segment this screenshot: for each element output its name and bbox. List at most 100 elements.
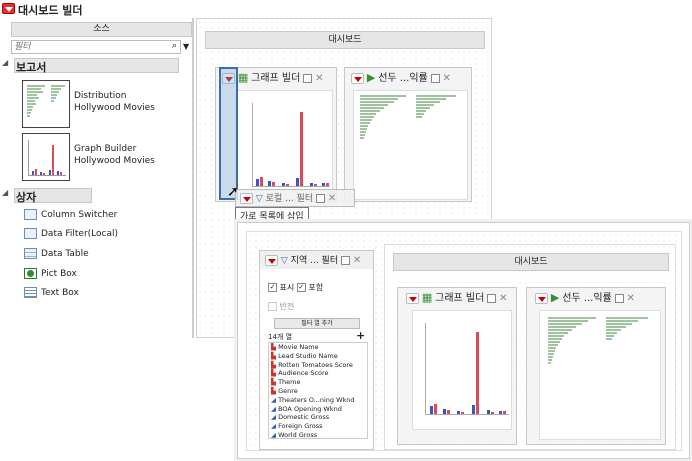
- source-header: 소스: [11, 22, 192, 37]
- preview-dashboard-header: 대시보드: [393, 253, 669, 271]
- distribution-plot: [353, 90, 468, 200]
- column-list-item[interactable]: ▙ Audience Score: [271, 369, 367, 378]
- distribution-thumbnail: [22, 80, 70, 128]
- panel-menu-icon[interactable]: [240, 193, 253, 204]
- boxes-section-header[interactable]: ◢ 상자: [2, 188, 92, 204]
- column-list[interactable]: ▙ Movie Name ▙ Lead Studio Name ▙ Rotten…: [268, 342, 368, 439]
- filter-menu-icon[interactable]: [265, 255, 278, 266]
- continuous-column-icon: ◢: [271, 395, 276, 404]
- nominal-column-icon: ▙: [271, 378, 276, 387]
- column-list-item[interactable]: ◢ World Gross: [271, 430, 367, 439]
- add-column-plus-icon[interactable]: +: [356, 329, 365, 342]
- title-bar: 대시보드 빌더: [0, 0, 490, 17]
- continuous-column-icon: ◢: [271, 413, 276, 422]
- panel-menu-icon[interactable]: [406, 293, 419, 304]
- filter-funnel-icon: ▽: [255, 194, 263, 204]
- data-table-icon: [24, 248, 37, 259]
- report-name-line2: Hollywood Movies: [74, 156, 155, 166]
- maximize-icon[interactable]: [430, 74, 440, 83]
- preview-window: ▽ 지역 ... 필터 ✕ ✓ 표시 ✓ 포함 반전 필터 열 추가 14개 열…: [237, 222, 690, 459]
- local-filter-panel[interactable]: ▽ 지역 ... 필터 ✕ ✓ 표시 ✓ 포함 반전 필터 열 추가 14개 열…: [259, 250, 374, 450]
- filter-funnel-icon: ▽: [280, 256, 288, 266]
- box-item-data-filter[interactable]: Data Filter(Local): [24, 228, 118, 241]
- close-icon[interactable]: ✕: [442, 73, 450, 84]
- column-list-item[interactable]: ▙ Genre: [271, 387, 367, 396]
- preview-graph-panel[interactable]: ▦ 그래프 빌더 ✕: [397, 287, 517, 445]
- column-list-item[interactable]: ◢ BOA Opening Wknd: [271, 405, 367, 414]
- close-icon[interactable]: ✕: [328, 193, 336, 204]
- column-switcher-icon: [24, 209, 37, 220]
- column-list-item[interactable]: ◢ Domestic Gross: [271, 413, 367, 422]
- box-item-pict-box[interactable]: Pict Box: [24, 268, 77, 281]
- report-name-line1: Graph Builder: [74, 144, 137, 154]
- invert-checkbox[interactable]: [268, 302, 277, 311]
- boxes-label: 상자: [16, 191, 37, 204]
- preview-dashboard: 대시보드 ▦ 그래프 빌더 ✕ ▶ 선두 ...익률 ✕: [384, 244, 676, 450]
- continuous-column-icon: ◢: [271, 430, 276, 439]
- column-count: 14개 열: [268, 333, 293, 341]
- distribution-icon: ▶: [366, 71, 376, 84]
- tree-picture-icon: [24, 268, 37, 279]
- nominal-column-icon: ▙: [271, 360, 276, 369]
- report-item[interactable]: Graph Builder Hollywood Movies: [22, 133, 192, 181]
- box-item-text-box[interactable]: Text Box: [24, 287, 79, 300]
- search-icon: ⌕: [171, 41, 177, 51]
- show-checkbox[interactable]: ✓: [268, 283, 277, 292]
- column-list-item[interactable]: ◢ Theaters O...ning Wknd: [271, 396, 367, 405]
- maximize-icon[interactable]: [315, 194, 325, 203]
- graph-builder-icon: ▦: [421, 291, 433, 304]
- close-icon[interactable]: ✕: [353, 255, 361, 266]
- column-list-item[interactable]: ▙ Movie Name: [271, 343, 367, 352]
- preview-ranking-panel[interactable]: ▶ 선두 ...익률 ✕: [526, 287, 666, 445]
- data-filter-icon: [24, 228, 37, 239]
- column-list-item[interactable]: ▙ Rotten Tomatoes Score: [271, 361, 367, 370]
- graph-builder-thumbnail: [22, 133, 70, 181]
- continuous-column-icon: ◢: [271, 422, 276, 431]
- preview-graph-plot: [412, 310, 512, 430]
- preview-distribution-plot: [539, 310, 661, 440]
- add-filter-column-button[interactable]: 필터 열 추가: [274, 318, 360, 329]
- reports-label: 보고서: [16, 61, 47, 74]
- text-box-icon: [24, 287, 37, 298]
- drop-insertion-highlight: [219, 67, 238, 200]
- column-list-item[interactable]: ▙ Theme: [271, 378, 367, 387]
- graph-plot: [237, 90, 333, 200]
- collapse-triangle-icon[interactable]: ◢: [2, 58, 8, 67]
- preview-canvas: ▽ 지역 ... 필터 ✕ ✓ 표시 ✓ 포함 반전 필터 열 추가 14개 열…: [246, 231, 682, 451]
- filter-field[interactable]: ⌕: [11, 40, 181, 54]
- panel-menu-icon[interactable]: [535, 293, 548, 304]
- dragged-filter-panel[interactable]: ▽ 로컬 ... 필터 ✕: [235, 189, 355, 207]
- maximize-icon[interactable]: [614, 294, 624, 303]
- app-title: 대시보드 빌더: [18, 4, 83, 17]
- ranking-panel[interactable]: ▶ 선두 ...익률 ✕: [344, 67, 472, 202]
- report-name-line2: Hollywood Movies: [74, 103, 155, 113]
- collapse-triangle-icon[interactable]: ◢: [2, 188, 8, 197]
- nominal-column-icon: ▙: [271, 369, 276, 378]
- close-icon[interactable]: ✕: [626, 293, 634, 304]
- filter-dropdown-icon[interactable]: ▼: [183, 42, 189, 51]
- panel-menu-icon[interactable]: [351, 73, 364, 84]
- close-icon[interactable]: ✕: [315, 73, 323, 84]
- source-pane: 소스 ⌕ ▼ ◢ 보고서 Distribution Hollywood Movi…: [0, 18, 194, 338]
- filter-input[interactable]: [12, 41, 160, 53]
- maximize-icon[interactable]: [487, 294, 497, 303]
- nominal-column-icon: ▙: [271, 351, 276, 360]
- title-menu-icon[interactable]: [2, 3, 15, 14]
- column-list-item[interactable]: ◢ Foreign Gross: [271, 422, 367, 431]
- include-checkbox[interactable]: ✓: [296, 283, 306, 292]
- distribution-icon: ▶: [550, 291, 560, 304]
- column-list-item[interactable]: ▙ Lead Studio Name: [271, 352, 367, 361]
- report-item[interactable]: Distribution Hollywood Movies: [22, 80, 192, 128]
- reports-section-header[interactable]: ◢ 보고서: [2, 58, 179, 74]
- report-name-line1: Distribution: [74, 91, 127, 101]
- nominal-column-icon: ▙: [271, 386, 276, 395]
- continuous-column-icon: ◢: [271, 404, 276, 413]
- mouse-cursor-icon: ➚: [227, 184, 239, 200]
- maximize-icon[interactable]: [303, 74, 313, 83]
- box-item-column-switcher[interactable]: Column Switcher: [24, 209, 117, 222]
- close-icon[interactable]: ✕: [499, 293, 507, 304]
- graph-builder-icon: ▦: [237, 71, 249, 84]
- maximize-icon[interactable]: [340, 256, 350, 265]
- canvas-header: 대시보드: [205, 31, 485, 49]
- box-item-data-table[interactable]: Data Table: [24, 248, 89, 261]
